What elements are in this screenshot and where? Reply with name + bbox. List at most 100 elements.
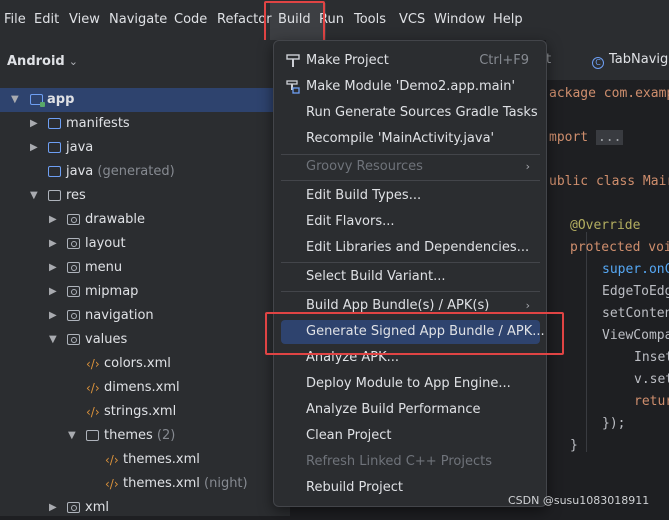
- folder-icon: [48, 142, 61, 153]
- folded-imports[interactable]: ...: [595, 130, 624, 145]
- menu-view[interactable]: View: [69, 12, 100, 27]
- xml-file-icon: ‹/›: [86, 357, 100, 371]
- tree-node-values[interactable]: ▼ values: [0, 328, 290, 352]
- code-text: ublic class Mair: [549, 174, 669, 189]
- menu-item-deploy-module[interactable]: Deploy Module to App Engine...: [281, 372, 540, 396]
- code-line: ublic class Mair: [549, 174, 669, 189]
- tree-node-themes[interactable]: ▼ themes (2): [0, 424, 290, 448]
- menu-code[interactable]: Code: [174, 12, 207, 27]
- menu-window[interactable]: Window: [434, 12, 485, 27]
- menu-item-make-module[interactable]: Make Module 'Demo2.app.main': [281, 75, 540, 99]
- menu-item-label: Edit Flavors...: [306, 214, 395, 229]
- chevron-down-icon[interactable]: ▼: [49, 328, 61, 352]
- menu-item-label: Rebuild Project: [306, 480, 404, 495]
- tree-node-layout[interactable]: ▶ layout: [0, 232, 290, 256]
- tree-node-menu[interactable]: ▶ menu: [0, 256, 290, 280]
- tree-node-manifests[interactable]: ▶ manifests: [0, 112, 290, 136]
- code-text: super.onC: [602, 262, 669, 277]
- tree-node-xml[interactable]: ▶ xml: [0, 496, 290, 520]
- tree-node-strings-xml[interactable]: ‹/› strings.xml: [0, 400, 290, 424]
- chevron-right-icon[interactable]: ▶: [49, 496, 61, 520]
- menu-file[interactable]: File: [4, 12, 26, 27]
- code-editor[interactable]: [546, 40, 669, 516]
- menu-navigate[interactable]: Navigate: [109, 12, 167, 27]
- menu-vcs[interactable]: VCS: [399, 12, 425, 27]
- make-module-icon: [286, 80, 300, 94]
- menu-item-label: Edit Build Types...: [306, 188, 422, 203]
- chevron-down-icon[interactable]: ▼: [68, 424, 80, 448]
- res-folder-icon: [67, 502, 80, 513]
- menu-item-clean-project[interactable]: Clean Project: [281, 424, 540, 448]
- res-folder-icon: [67, 238, 80, 249]
- build-menu-highlight-box: [264, 1, 325, 42]
- res-folder-icon: [67, 286, 80, 297]
- menu-edit[interactable]: Edit: [34, 12, 59, 27]
- folder-icon: [48, 190, 61, 201]
- xml-file-icon: ‹/›: [105, 453, 119, 467]
- tree-node-colors-xml[interactable]: ‹/› colors.xml: [0, 352, 290, 376]
- tree-node-drawable[interactable]: ▶ drawable: [0, 208, 290, 232]
- tree-label: java: [66, 164, 94, 179]
- menu-tools[interactable]: Tools: [354, 12, 386, 27]
- code-text: EdgeToEdg: [602, 284, 669, 299]
- project-view-selector[interactable]: Android ⌄: [7, 54, 78, 69]
- code-line: @Override: [570, 218, 640, 233]
- chevron-right-icon[interactable]: ▶: [30, 136, 42, 160]
- code-line: retur: [634, 394, 669, 409]
- code-text: retur: [634, 394, 669, 409]
- menu-item-select-build-variant[interactable]: Select Build Variant...: [281, 265, 540, 289]
- chevron-right-icon[interactable]: ▶: [49, 280, 61, 304]
- tree-node-themes-xml[interactable]: ‹/› themes.xml: [0, 448, 290, 472]
- chevron-right-icon[interactable]: ▶: [49, 256, 61, 280]
- tree-label: strings.xml: [104, 404, 177, 419]
- tree-node-navigation[interactable]: ▶ navigation: [0, 304, 290, 328]
- menu-item-analyze-build-performance[interactable]: Analyze Build Performance: [281, 398, 540, 422]
- menu-item-label: Deploy Module to App Engine...: [306, 376, 511, 391]
- menu-item-make-project[interactable]: Make Project Ctrl+F9: [281, 49, 540, 73]
- code-line: ViewCompa: [602, 328, 669, 343]
- chevron-right-icon[interactable]: ▶: [49, 232, 61, 256]
- menu-separator: [281, 262, 540, 263]
- tree-label: app: [47, 92, 75, 107]
- chevron-down-icon[interactable]: ▼: [11, 88, 23, 112]
- res-folder-icon: [67, 214, 80, 225]
- tree-node-java[interactable]: ▶ java: [0, 136, 290, 160]
- tab-label: TabNavig: [609, 52, 669, 67]
- editor-tab-tabnavig[interactable]: C TabNavig: [592, 52, 668, 69]
- menu-item-label: Make Project: [306, 53, 389, 68]
- tree-label: themes: [104, 428, 153, 443]
- menu-item-rebuild-project[interactable]: Rebuild Project: [281, 476, 540, 500]
- menu-help[interactable]: Help: [493, 12, 523, 27]
- menu-item-label: Run Generate Sources Gradle Tasks: [306, 105, 538, 120]
- chevron-right-icon[interactable]: ▶: [49, 208, 61, 232]
- chevron-right-icon[interactable]: ▶: [30, 112, 42, 136]
- menu-item-edit-libraries[interactable]: Edit Libraries and Dependencies...: [281, 236, 540, 260]
- code-line: mport ...: [549, 130, 624, 145]
- menu-item-label: Recompile 'MainActivity.java': [306, 131, 495, 146]
- code-text: mport: [549, 130, 589, 145]
- code-line: protected voi: [570, 240, 669, 255]
- tree-node-java-generated[interactable]: java (generated): [0, 160, 290, 184]
- tree-node-mipmap[interactable]: ▶ mipmap: [0, 280, 290, 304]
- folder-icon: [86, 430, 99, 441]
- chevron-down-icon[interactable]: ▼: [30, 184, 42, 208]
- tree-node-app[interactable]: ▼ app: [0, 88, 290, 112]
- tree-label: layout: [85, 236, 126, 251]
- code-text: Inset: [634, 350, 669, 365]
- tree-note: (night): [204, 476, 248, 491]
- chevron-right-icon[interactable]: ▶: [49, 304, 61, 328]
- menu-item-edit-flavors[interactable]: Edit Flavors...: [281, 210, 540, 234]
- code-text: protected voi: [570, 240, 669, 255]
- indent-guide: [586, 232, 587, 452]
- code-line: }: [570, 438, 578, 453]
- tree-node-dimens-xml[interactable]: ‹/› dimens.xml: [0, 376, 290, 400]
- code-line: Inset: [634, 350, 669, 365]
- menu-item-run-generate-sources[interactable]: Run Generate Sources Gradle Tasks: [281, 101, 540, 125]
- menu-item-recompile[interactable]: Recompile 'MainActivity.java': [281, 127, 540, 151]
- menu-item-edit-build-types[interactable]: Edit Build Types...: [281, 184, 540, 208]
- tree-node-themes-xml-night[interactable]: ‹/› themes.xml (night): [0, 472, 290, 496]
- tree-node-res[interactable]: ▼ res: [0, 184, 290, 208]
- generate-signed-highlight-box: [265, 312, 564, 355]
- menu-item-groovy-resources: Groovy Resources ›: [281, 155, 540, 179]
- menu-item-label: Clean Project: [306, 428, 392, 443]
